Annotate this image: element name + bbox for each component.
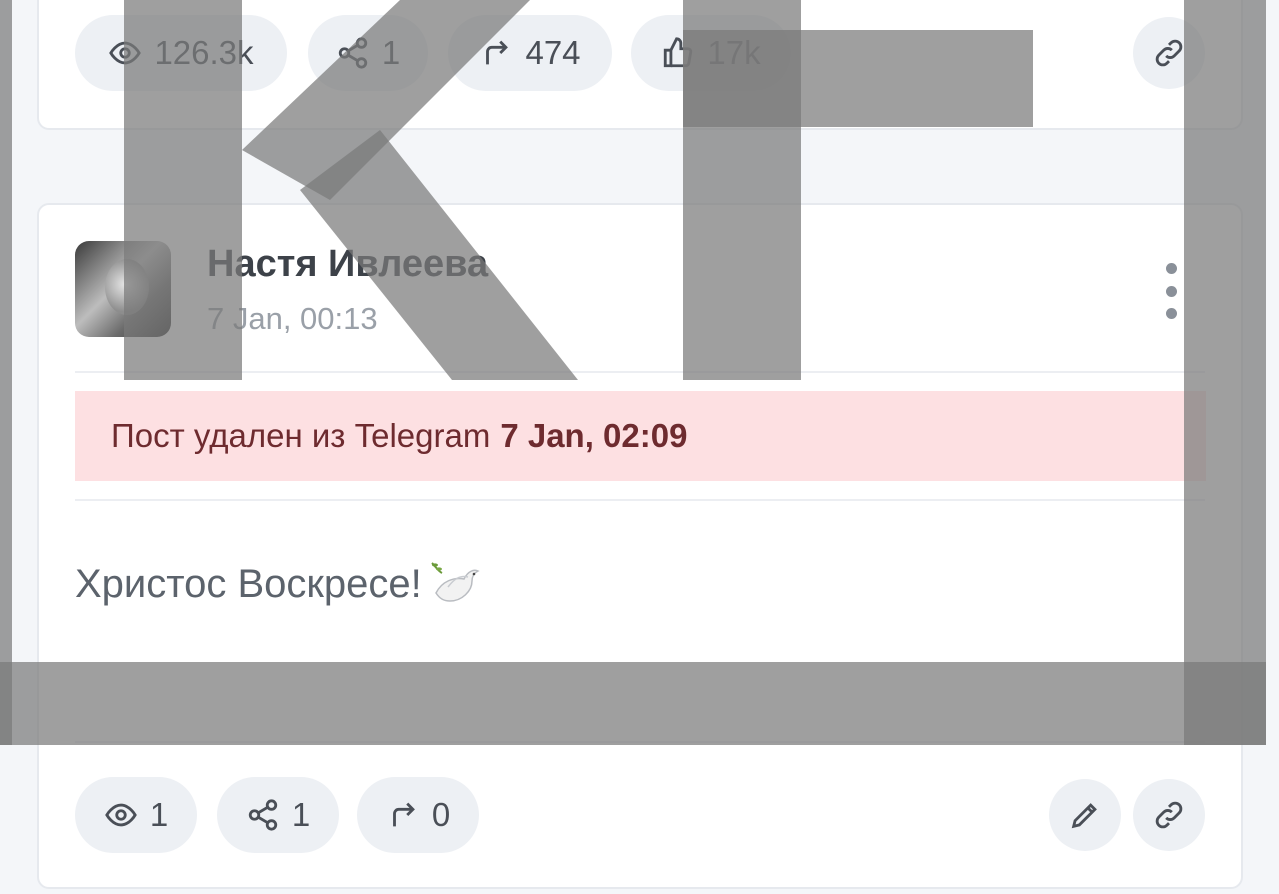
shares-count: 1 xyxy=(381,34,401,71)
forwards-count: 0 xyxy=(431,796,451,833)
post-card: Настя Ивлеева 7 Jan, 00:13 Пост удален и… xyxy=(37,203,1243,889)
forwards-count: 474 xyxy=(525,34,581,71)
stats-row: 126.3k 1 474 17k xyxy=(75,15,1205,91)
deleted-notice: Пост удален из Telegram 7 Jan, 02:09 xyxy=(75,391,1206,481)
copy-link-button[interactable] xyxy=(1133,779,1205,851)
shares-count: 1 xyxy=(291,796,311,833)
views-count: 126.3k xyxy=(154,34,254,71)
views-counter[interactable]: 1 xyxy=(75,777,197,853)
likes-count: 17k xyxy=(707,34,761,71)
avatar[interactable] xyxy=(75,241,171,337)
likes-counter[interactable]: 17k xyxy=(631,15,791,91)
divider xyxy=(75,499,1205,501)
page: 126.3k 1 474 17k Настя Ивлеева 7 Jan, 00… xyxy=(0,0,1279,894)
previous-post-card: 126.3k 1 474 17k xyxy=(37,0,1243,130)
forwards-counter[interactable]: 474 xyxy=(448,15,612,91)
eye-icon xyxy=(105,803,137,827)
views-counter[interactable]: 126.3k xyxy=(75,15,287,91)
shares-counter[interactable]: 1 xyxy=(217,777,339,853)
more-options-icon[interactable] xyxy=(1159,263,1183,319)
link-icon xyxy=(1155,801,1183,829)
stats-row: 1 1 0 xyxy=(75,777,1205,853)
post-text: Христос Воскресе! xyxy=(75,561,422,606)
forward-arrow-icon xyxy=(486,40,509,65)
edit-button[interactable] xyxy=(1049,779,1121,851)
post-body: Христос Воскресе! xyxy=(75,557,482,611)
post-header: Настя Ивлеева 7 Jan, 00:13 xyxy=(75,241,1205,337)
share-icon xyxy=(248,799,277,831)
forwards-counter[interactable]: 0 xyxy=(357,777,479,853)
author-name[interactable]: Настя Ивлеева xyxy=(207,243,488,286)
link-icon xyxy=(1155,39,1183,67)
post-date: 7 Jan, 00:13 xyxy=(207,301,378,336)
shares-counter[interactable]: 1 xyxy=(308,15,428,91)
eye-icon xyxy=(109,41,142,65)
thumbs-up-icon xyxy=(664,37,693,68)
copy-link-button[interactable] xyxy=(1133,17,1205,89)
pencil-icon xyxy=(1071,803,1097,829)
divider xyxy=(75,741,1205,743)
views-count: 1 xyxy=(149,796,169,833)
share-icon xyxy=(338,37,367,69)
deleted-notice-time: 7 Jan, 02:09 xyxy=(500,417,688,454)
dove-icon xyxy=(431,562,480,602)
divider xyxy=(75,371,1205,373)
deleted-notice-text: Пост удален из Telegram xyxy=(111,417,491,454)
forward-arrow-icon xyxy=(392,802,415,827)
